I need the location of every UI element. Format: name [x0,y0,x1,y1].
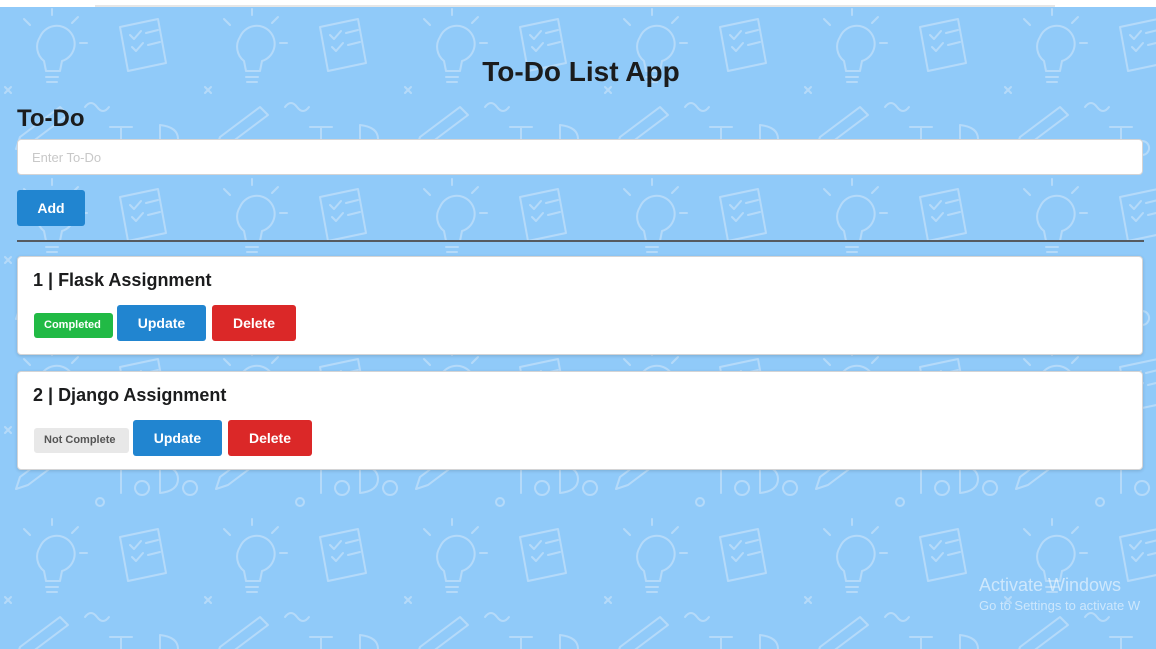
app-title: To-Do List App [482,56,680,87]
todo-input[interactable] [17,139,1143,175]
status-badge: Not Complete [34,428,129,453]
todo-card-header: 2 | Django Assignment [33,385,226,406]
watermark-subtitle: Go to Settings to activate W [979,598,1141,613]
section-divider [17,240,1144,242]
todo-separator: | [48,385,59,405]
activate-windows-watermark: Activate Windows Go to Settings to activ… [979,574,1140,616]
todo-card: 2 | Django Assignment Not Complete Updat… [17,371,1143,470]
todo-id: 1 [33,270,49,290]
status-badge: Completed [34,313,113,338]
watermark-title: Activate Windows [979,575,1122,595]
todo-title: Flask Assignment [58,270,212,290]
todo-card-header: 1 | Flask Assignment [33,270,211,291]
delete-button[interactable]: Delete [212,305,296,341]
todo-title: Django Assignment [58,385,227,405]
todo-card: 1 | Flask Assignment Completed Update De… [17,256,1143,355]
todo-id: 2 [33,385,49,405]
top-strip [0,0,1156,7]
todo-section-title: To-Do [17,105,85,132]
add-button[interactable]: Add [17,190,85,226]
update-button[interactable]: Update [117,305,206,341]
todo-separator: | [48,270,59,290]
update-button[interactable]: Update [133,420,222,456]
delete-button[interactable]: Delete [228,420,312,456]
